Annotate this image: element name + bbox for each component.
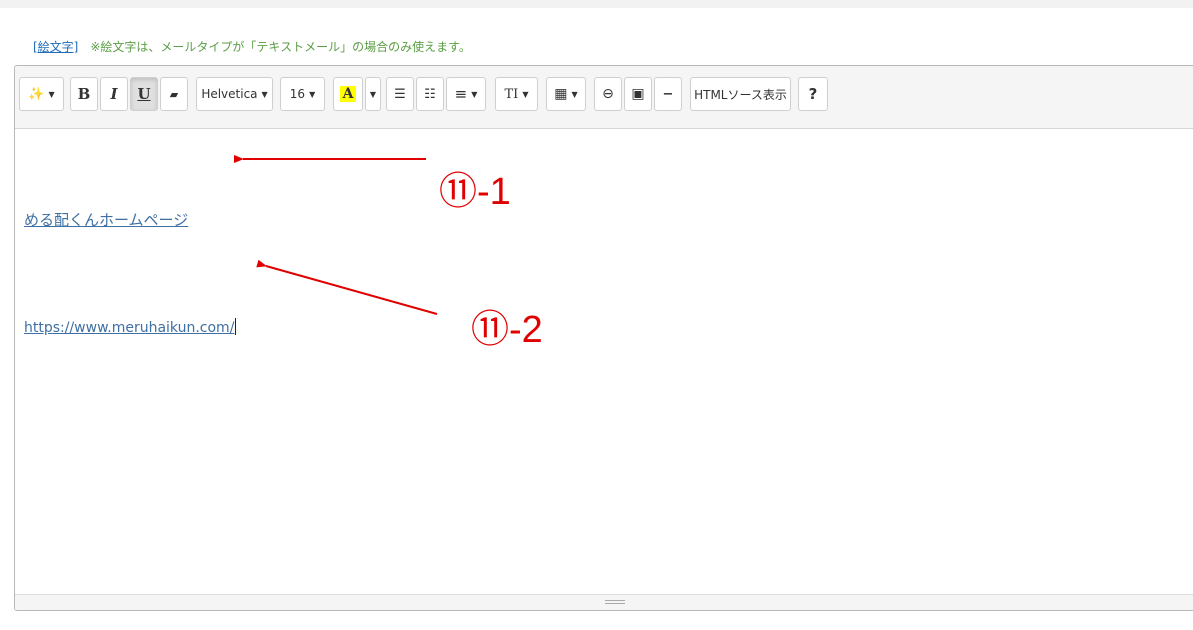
annotation-label-2: ⑪-2 [471, 309, 543, 351]
annotation-label-1: ⑪-1 [439, 171, 511, 213]
annotation-arrows [234, 155, 438, 315]
arrow-2 [256, 259, 438, 315]
